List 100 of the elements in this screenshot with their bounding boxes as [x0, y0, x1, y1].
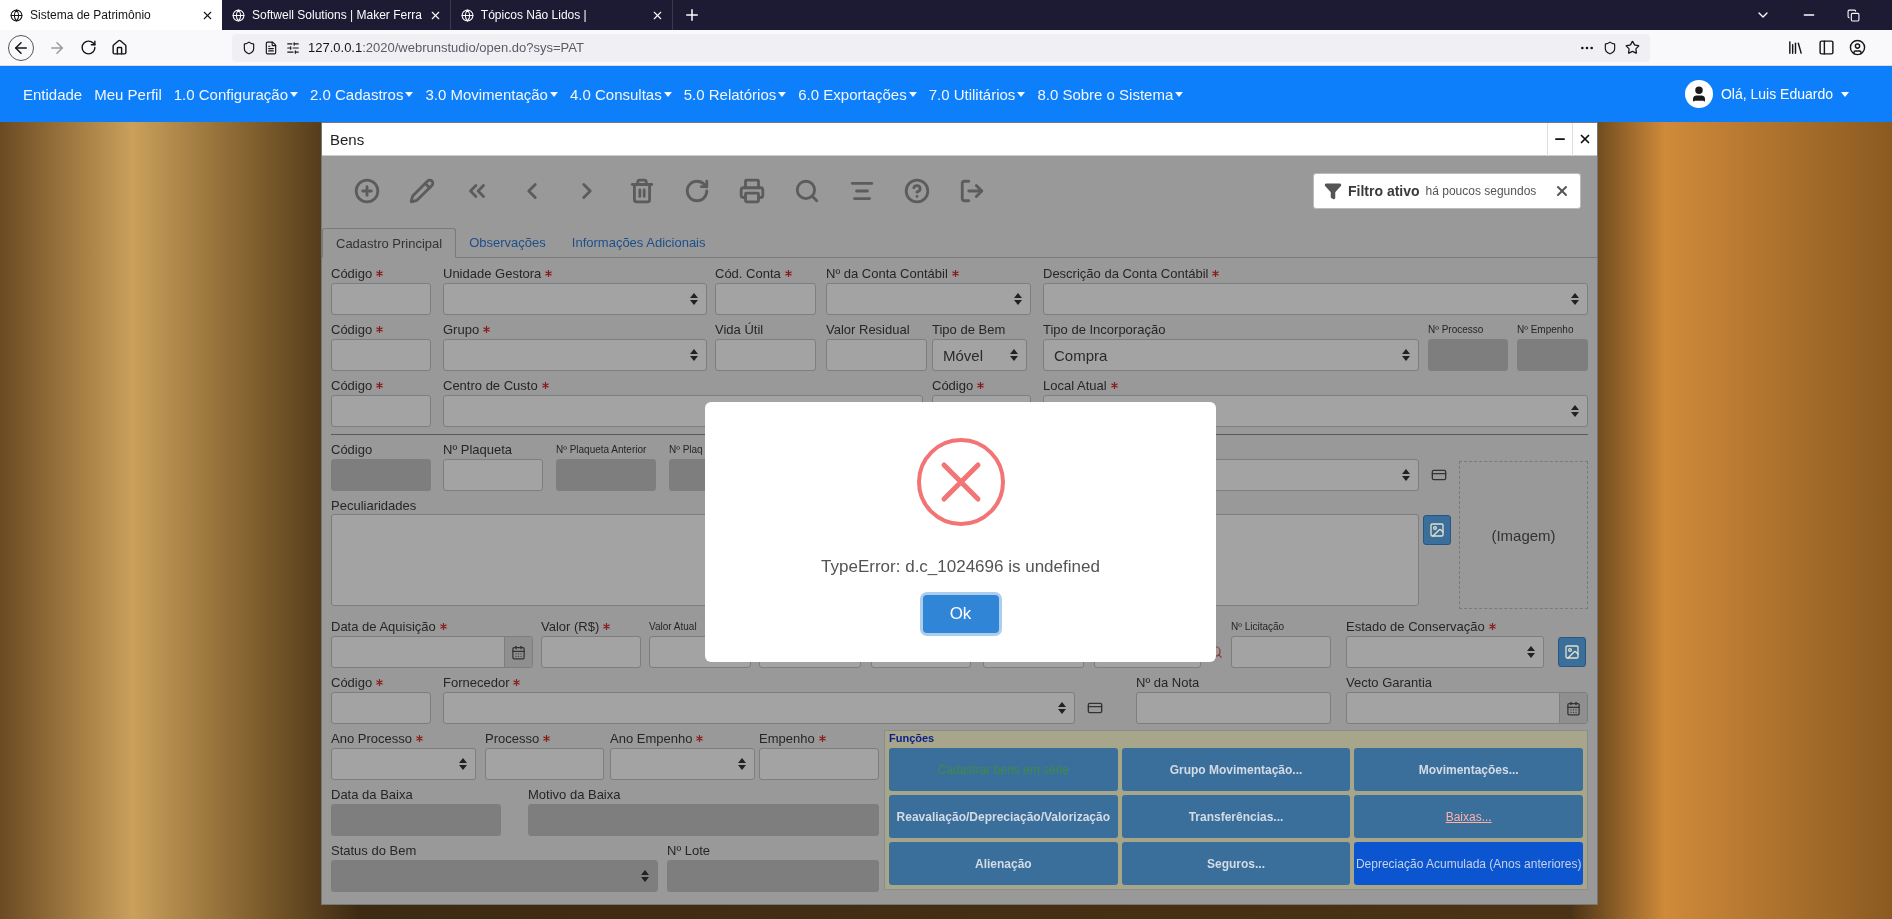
- input-field[interactable]: [541, 636, 641, 668]
- select-field[interactable]: [443, 692, 1075, 724]
- input-field[interactable]: [1231, 636, 1331, 668]
- tab[interactable]: Observações: [456, 228, 559, 257]
- menu-item[interactable]: 8.0 Sobre o Sistema: [1037, 85, 1184, 103]
- shield-icon[interactable]: [242, 40, 256, 55]
- menu-item[interactable]: 4.0 Consultas: [569, 85, 672, 103]
- calendar-icon[interactable]: [504, 637, 532, 667]
- sliders-icon[interactable]: [286, 40, 300, 55]
- menu-item[interactable]: 1.0 Configuração: [173, 85, 298, 103]
- sidebar-icon[interactable]: [1818, 39, 1835, 56]
- select-field[interactable]: [1346, 636, 1544, 668]
- field-label: Nº Processo: [1428, 324, 1484, 335]
- select-field[interactable]: [443, 283, 707, 315]
- function-button[interactable]: Grupo Movimentação...: [1121, 748, 1351, 791]
- tab[interactable]: Informações Adicionais: [558, 228, 719, 257]
- input-field[interactable]: [1136, 692, 1331, 724]
- sort-icon: [690, 349, 698, 361]
- input-field[interactable]: [443, 459, 543, 491]
- pencil-icon[interactable]: [409, 178, 435, 204]
- close-icon[interactable]: [1554, 183, 1570, 199]
- favicon-icon: [232, 8, 245, 22]
- image-field[interactable]: (Imagem): [1459, 461, 1588, 609]
- library-icon[interactable]: [1787, 39, 1804, 56]
- sort-icon: [738, 758, 746, 770]
- select-field[interactable]: [1043, 283, 1588, 315]
- function-button[interactable]: Reavaliação/Depreciação/Valorização: [889, 795, 1118, 838]
- function-button[interactable]: Transferências...: [1121, 795, 1351, 838]
- input-field[interactable]: [759, 748, 879, 780]
- date-field[interactable]: [1346, 692, 1588, 724]
- exit-icon[interactable]: [959, 178, 985, 204]
- account-icon[interactable]: [1849, 39, 1866, 56]
- select-field[interactable]: [331, 748, 476, 780]
- input-field[interactable]: [485, 748, 604, 780]
- menu-item[interactable]: 3.0 Movimentação: [425, 85, 558, 103]
- input-field[interactable]: [331, 339, 431, 371]
- card-icon[interactable]: [1431, 467, 1447, 483]
- function-button[interactable]: Movimentações...: [1354, 748, 1583, 791]
- field-label: Unidade Gestora: [443, 266, 542, 281]
- field-label: Código: [932, 378, 974, 393]
- help-icon[interactable]: [904, 178, 930, 204]
- select-field[interactable]: Compra: [1043, 339, 1419, 371]
- add-icon[interactable]: [354, 178, 380, 204]
- field-label: Vida Útil: [715, 322, 764, 337]
- field-label: Nº Plaq: [669, 444, 703, 455]
- function-button[interactable]: Seguros...: [1121, 842, 1351, 885]
- field-label: Nº Licitação: [1231, 621, 1285, 632]
- input-field[interactable]: [826, 339, 927, 371]
- function-button[interactable]: Depreciação Acumulada (Anos anteriores): [1354, 842, 1583, 885]
- menu-item[interactable]: 6.0 Exportações: [798, 85, 917, 103]
- field-label: Estado de Conservação: [1346, 619, 1485, 634]
- function-button[interactable]: Baixas...: [1354, 795, 1583, 838]
- select-field[interactable]: Móvel: [932, 339, 1027, 371]
- input-field[interactable]: [331, 692, 431, 724]
- menu-item[interactable]: Entidade: [23, 85, 83, 103]
- field-label: Peculiaridades: [331, 498, 417, 513]
- user-name[interactable]: Olá, Luis Eduardo: [1720, 86, 1833, 102]
- input-field[interactable]: [715, 339, 816, 371]
- input-field[interactable]: [715, 283, 816, 315]
- field-label: Cód. Conta: [715, 266, 781, 281]
- sort-icon: [459, 758, 467, 770]
- address-bar[interactable]: 127.0.0.1:2020/webrunstudio/open.do?sys=PAT: [232, 33, 1650, 62]
- window-title: Bens: [330, 130, 366, 148]
- sort-icon: [1402, 349, 1410, 361]
- favicon-icon: [10, 8, 23, 22]
- tab[interactable]: Cadastro Principal: [322, 228, 457, 258]
- star-icon[interactable]: [1625, 40, 1640, 55]
- field-label: Valor Atual: [649, 621, 697, 632]
- menu-item[interactable]: 5.0 Relatórios: [683, 85, 787, 103]
- trash-icon[interactable]: [629, 178, 655, 204]
- ok-button[interactable]: Ok: [922, 595, 999, 633]
- printer-icon[interactable]: [739, 178, 765, 204]
- date-field[interactable]: [331, 636, 533, 668]
- page-icon[interactable]: [264, 40, 278, 55]
- field-label: Status do Bem: [331, 843, 417, 858]
- menu-item[interactable]: 7.0 Utilitários: [928, 85, 1026, 103]
- select-field[interactable]: [826, 283, 1031, 315]
- input-field[interactable]: [331, 283, 431, 315]
- funnel-icon: [1324, 182, 1342, 200]
- field-label: Tipo de Bem: [932, 322, 1006, 337]
- picture-button[interactable]: [1423, 515, 1451, 545]
- sort-icon: [641, 870, 649, 882]
- select-field[interactable]: [610, 748, 755, 780]
- restore-icon[interactable]: [1847, 8, 1860, 22]
- refresh-icon[interactable]: [684, 178, 710, 204]
- picture-button[interactable]: [1558, 637, 1586, 667]
- error-icon: [915, 437, 1006, 527]
- field-label: Código: [331, 442, 373, 457]
- menu-item[interactable]: Meu Perfil: [94, 85, 162, 103]
- select-field[interactable]: [443, 339, 707, 371]
- home-icon[interactable]: [111, 39, 128, 56]
- browser-tab[interactable]: Sistema de Patrimônio: [0, 0, 222, 30]
- function-button[interactable]: Alienação: [889, 842, 1118, 885]
- card-icon[interactable]: [1087, 700, 1103, 716]
- field-label: Nº Empenho: [1517, 324, 1574, 335]
- avatar-icon[interactable]: [1684, 80, 1713, 108]
- menu-item[interactable]: 2.0 Cadastros: [310, 85, 414, 103]
- input-field[interactable]: [331, 395, 431, 427]
- calendar-icon[interactable]: [1559, 693, 1587, 723]
- reload-icon[interactable]: [80, 39, 97, 56]
